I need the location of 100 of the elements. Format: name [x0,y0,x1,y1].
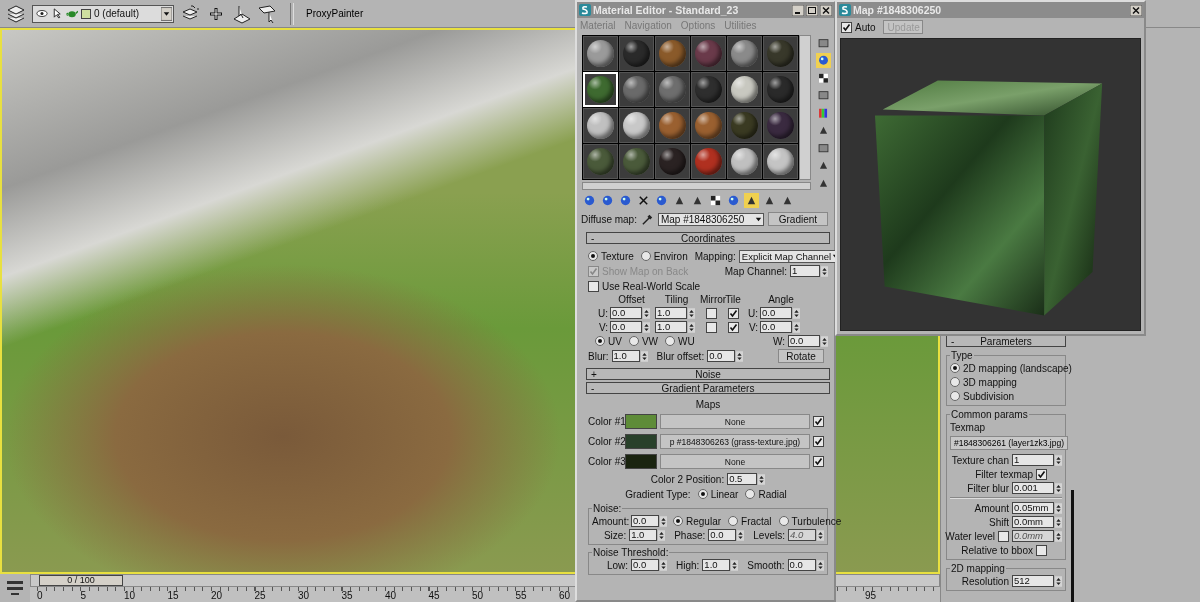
checkbox[interactable] [998,530,1009,542]
plane-cursor-icon[interactable] [258,3,278,24]
horizontal-scrollbar[interactable] [582,182,811,190]
number-field[interactable]: 0.0 [610,307,642,319]
spinner-arrows-icon[interactable] [731,559,739,571]
number-field[interactable]: 0.0 [631,559,659,571]
checkbox[interactable] [727,307,739,319]
radio-button[interactable] [697,489,708,499]
color-swatch[interactable] [625,434,657,449]
map-name-dropdown[interactable]: Map #1848306250 [657,212,764,226]
number-field[interactable]: 0.0 [760,321,792,333]
radio-button[interactable] [588,251,598,261]
number-field[interactable]: 1.0 [655,321,687,333]
layer-dropdown[interactable]: 0 (default) [32,4,174,23]
close-button[interactable] [1130,4,1142,16]
scrollbar[interactable] [1071,490,1074,602]
spinner-arrows-icon[interactable] [688,307,695,319]
radio-button[interactable] [640,251,651,261]
dropdown-arrow-icon[interactable] [161,6,172,21]
maximize-button[interactable] [806,4,818,16]
number-field[interactable]: 0.0 [707,350,736,362]
spinner-arrows-icon[interactable] [660,559,667,571]
number-field[interactable]: 0.5 [727,473,758,485]
spinner-arrows-icon[interactable] [1055,530,1062,542]
spinner-arrows-icon[interactable] [688,321,695,333]
map-button[interactable]: None [660,414,810,429]
rollout-header[interactable]: - Gradient Parameters [586,382,830,394]
cursor-icon[interactable] [51,8,63,19]
checkbox[interactable] [705,321,717,333]
radio-button[interactable] [745,489,756,499]
close-button[interactable] [820,4,832,16]
radio-button[interactable] [950,363,960,373]
number-field[interactable]: 1.0 [655,307,687,319]
map-button[interactable]: None [660,454,810,469]
number-field[interactable]: 1 [1012,454,1054,466]
radio-button[interactable] [728,516,739,526]
spinner-arrows-icon[interactable] [758,473,766,485]
spinner-arrows-icon[interactable] [793,321,800,333]
number-field[interactable]: 0.0mm [1012,530,1054,542]
spinner-arrows-icon[interactable] [821,335,828,347]
checkbox[interactable] [727,321,739,333]
number-field[interactable]: 0.0 [631,515,659,527]
vertical-scrollbar[interactable] [799,35,811,180]
spinner-arrows-icon[interactable] [821,265,828,277]
spinner-arrows-icon[interactable] [660,515,667,527]
number-field[interactable]: 0.0mm [1012,516,1054,528]
rollout-toggle[interactable]: - [947,335,965,347]
checkbox[interactable] [813,436,824,447]
spinner-arrows-icon[interactable] [1055,502,1062,514]
spinner-arrows-icon[interactable] [1055,454,1062,466]
spinner-arrows-icon[interactable] [793,307,800,319]
spinner-arrows-icon[interactable] [1055,482,1062,494]
spinner-arrows-icon[interactable] [1055,516,1062,528]
rotate-button[interactable]: Rotate [778,349,824,363]
checkbox[interactable] [813,456,824,467]
spinner-arrows-icon[interactable] [817,529,824,541]
number-field[interactable]: 0.0 [760,307,792,319]
rollout-toggle[interactable]: + [587,368,605,380]
select-plane-icon[interactable] [232,3,252,24]
time-slider-thumb[interactable]: 0 / 100 [39,575,123,586]
map-type-button[interactable]: Gradient [767,212,828,226]
checkbox[interactable] [588,280,599,292]
checkbox[interactable] [1036,544,1047,556]
spinner-arrows-icon[interactable] [737,529,745,541]
rollout-header[interactable]: - Coordinates [586,232,830,244]
minimize-button[interactable] [792,4,804,16]
radio-button[interactable] [778,516,789,526]
spinner-arrows-icon[interactable] [643,307,650,319]
number-field[interactable]: 1.0 [702,559,731,571]
number-field[interactable]: 0.0 [610,321,642,333]
sphere-icon[interactable] [816,53,831,68]
layers-icon[interactable] [6,3,26,24]
spinner-arrows-icon[interactable] [816,559,824,571]
number-field[interactable]: 0.0 [708,529,737,541]
checkbox[interactable] [705,307,717,319]
radio-button[interactable] [595,336,605,346]
checkbox[interactable] [1036,468,1047,480]
eye-icon[interactable] [36,8,48,19]
rollout-toggle[interactable]: - [587,232,605,244]
spinner-arrows-icon[interactable] [640,350,648,362]
radio-button[interactable] [950,377,960,387]
number-field[interactable]: 0.0 [787,559,816,571]
spinner-arrows-icon[interactable] [643,321,650,333]
number-field[interactable]: 1.0 [611,350,640,362]
radio-button[interactable] [673,516,683,526]
spinner-arrows-icon[interactable] [658,529,666,541]
texmap-button[interactable]: #1848306261 (layer1zk3.jpg) [950,436,1068,450]
spinner-arrows-icon[interactable] [1055,575,1062,587]
number-field[interactable]: 0.0 [788,335,820,347]
map-button[interactable]: p #1848306263 (grass-texture.jpg) [660,434,810,449]
eyedropper-icon[interactable] [640,212,654,226]
number-field[interactable]: 0.05mm [1012,502,1054,514]
checkbox[interactable] [841,21,852,33]
number-field[interactable]: 0.001 [1012,482,1054,494]
rollout-toggle[interactable]: - [587,382,605,394]
rollout-header[interactable]: + Noise [586,368,830,380]
checkbox[interactable] [813,416,824,427]
radio-button[interactable] [628,336,639,346]
radio-button[interactable] [950,391,960,401]
color-swatch[interactable] [625,454,657,469]
